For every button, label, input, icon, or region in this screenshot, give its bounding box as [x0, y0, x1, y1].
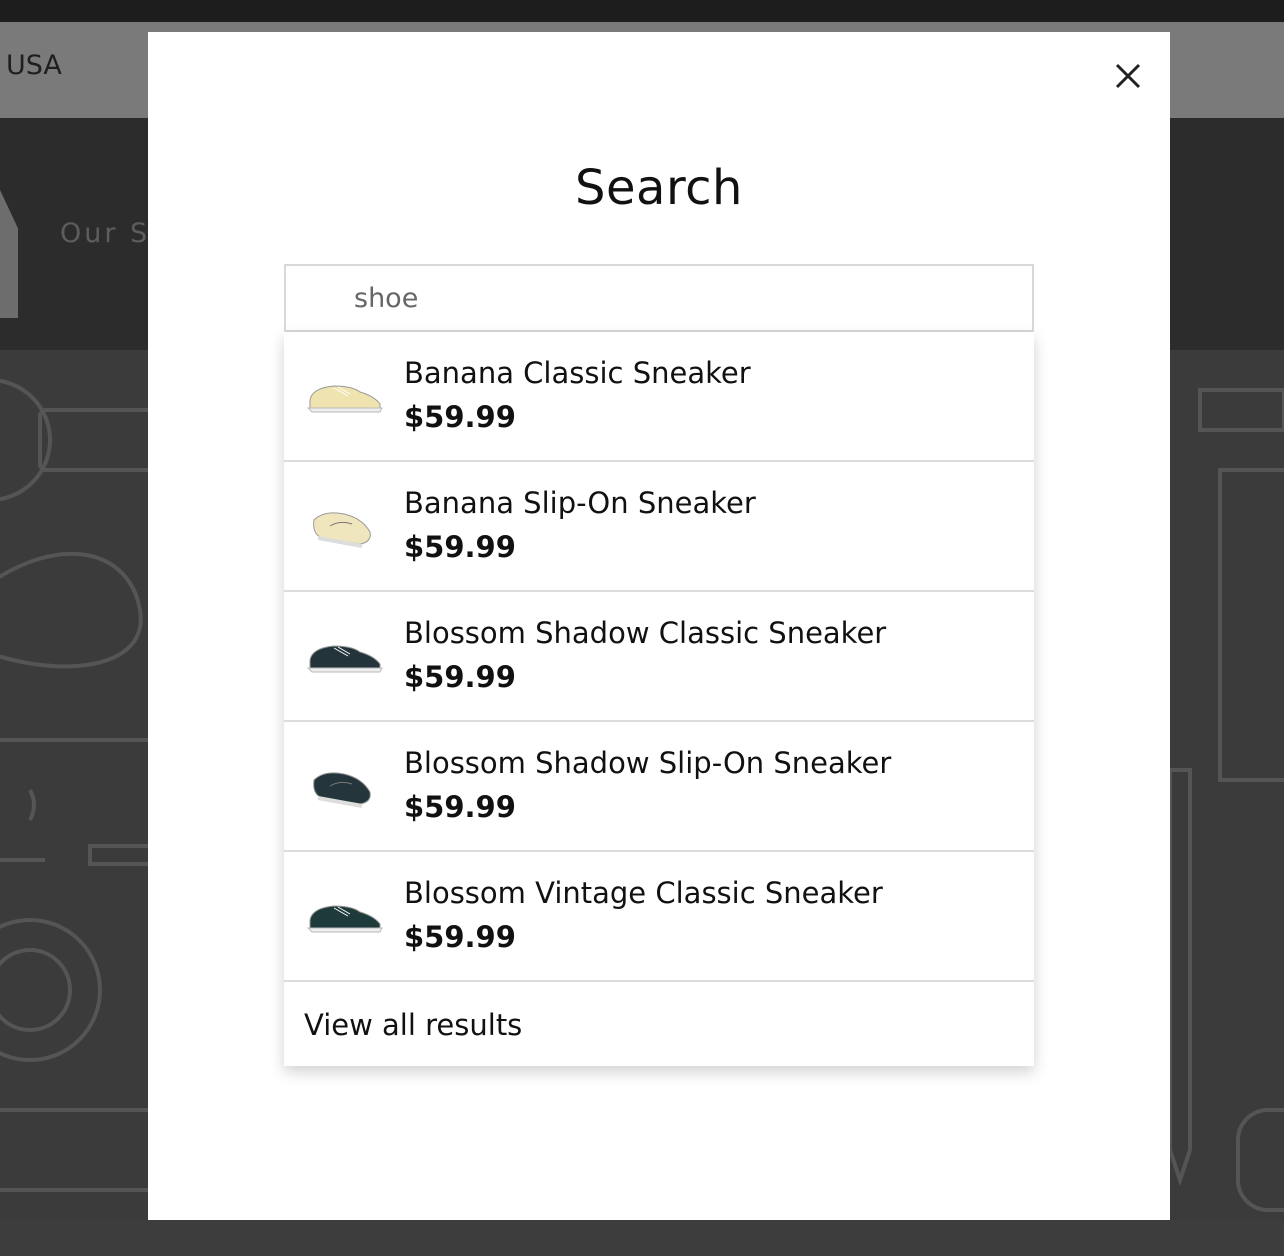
product-price: $59.99	[404, 660, 516, 694]
country-selector[interactable]: USA	[6, 50, 62, 81]
product-thumbnail	[313, 772, 371, 808]
nav-link[interactable]: Our St	[60, 218, 148, 249]
search-modal: Search Banana Classic Sneaker $59.99 Ban…	[148, 32, 1170, 1220]
product-price: $59.99	[404, 920, 516, 954]
view-all-results-label: View all results	[304, 1008, 523, 1042]
product-thumbnail	[313, 512, 371, 548]
search-result-item[interactable]: Blossom Vintage Classic Sneaker $59.99	[284, 852, 1034, 982]
product-thumbnail	[306, 905, 383, 933]
search-field[interactable]	[284, 264, 1034, 332]
modal-title: Search	[575, 160, 743, 216]
search-result-item[interactable]: Blossom Shadow Classic Sneaker $59.99	[284, 592, 1034, 722]
close-button[interactable]	[1112, 60, 1144, 92]
footer-strip	[0, 1220, 1284, 1256]
product-price: $59.99	[404, 400, 516, 434]
product-name: Blossom Shadow Classic Sneaker	[404, 616, 887, 650]
product-thumbnail	[306, 645, 383, 673]
search-results-dropdown: Banana Classic Sneaker $59.99 Banana Sli…	[284, 332, 1034, 1066]
product-price: $59.99	[404, 790, 516, 824]
search-result-item[interactable]: Blossom Shadow Slip-On Sneaker $59.99	[284, 722, 1034, 852]
product-price: $59.99	[404, 530, 516, 564]
product-name: Banana Classic Sneaker	[404, 356, 751, 390]
product-name: Banana Slip-On Sneaker	[404, 486, 756, 520]
view-all-results-link[interactable]: View all results	[284, 982, 1034, 1066]
top-strip	[0, 0, 1284, 22]
product-name: Blossom Vintage Classic Sneaker	[404, 876, 883, 910]
product-thumbnail	[306, 385, 383, 413]
search-input[interactable]	[354, 266, 1014, 330]
search-result-item[interactable]: Banana Classic Sneaker $59.99	[284, 332, 1034, 462]
search-result-item[interactable]: Banana Slip-On Sneaker $59.99	[284, 462, 1034, 592]
product-name: Blossom Shadow Slip-On Sneaker	[404, 746, 892, 780]
close-icon	[1115, 63, 1141, 89]
